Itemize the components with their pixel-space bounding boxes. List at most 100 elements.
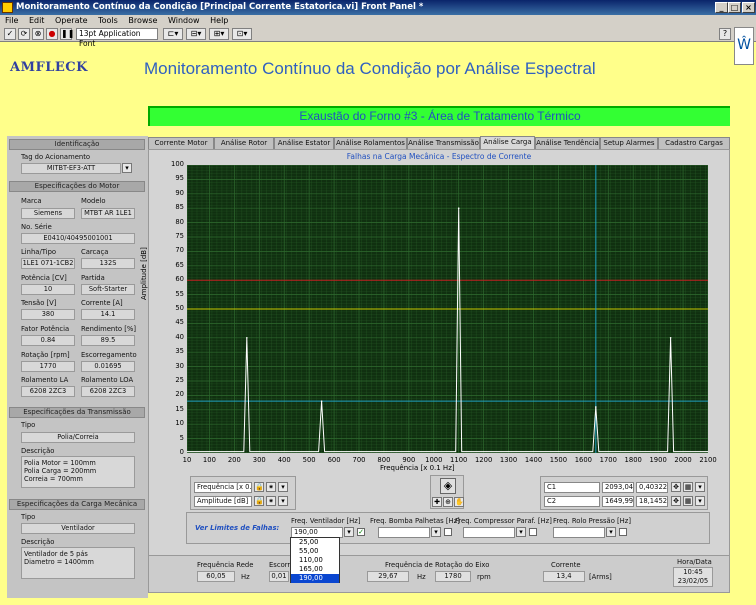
zoom-tool-icon[interactable]: ⊕ xyxy=(443,497,453,507)
resize-objects-icon[interactable]: ⊞▾ xyxy=(209,28,229,40)
reorder-icon[interactable]: ⊡▾ xyxy=(232,28,252,40)
y-tick-label: 60 xyxy=(175,275,184,284)
y-tick-label: 70 xyxy=(175,246,184,255)
fault-limits-box: Ver Limites de Falhas: Freq. Ventilador … xyxy=(186,512,710,544)
menu-window[interactable]: Window xyxy=(168,16,200,25)
freq-ventilador-option[interactable]: 55,00 xyxy=(291,547,339,556)
hora-data-label: Hora/Data xyxy=(677,558,712,566)
y-tick-label: 0 xyxy=(179,448,184,456)
maximize-button[interactable]: □ xyxy=(728,2,741,13)
scale-legend-box: Frequência [x 0.1 🔒 ⁕ ▾ Amplitude [dB] 🔒… xyxy=(190,476,296,510)
freq-bomba-checkbox[interactable] xyxy=(444,528,452,536)
chart-title: Falhas na Carga Mecânica - Espectro de C… xyxy=(346,152,532,161)
y-tick-label: 95 xyxy=(175,174,184,183)
cursor1-style-icon[interactable]: ▦ xyxy=(683,482,693,492)
pan-diamond-icon[interactable]: ◈ xyxy=(440,478,456,494)
close-button[interactable]: × xyxy=(742,2,755,13)
y-tick-label: 20 xyxy=(175,390,184,399)
x-tick-label: 1500 xyxy=(549,456,568,464)
transmissao-desc-line: Polia Carga = 200mm xyxy=(24,467,97,475)
x-scale-format-icon[interactable]: ⁕ xyxy=(266,482,276,492)
run-continuously-icon[interactable]: ⟳ xyxy=(18,28,30,40)
tag-select[interactable]: MITBT-EF3-ATT xyxy=(21,163,121,174)
cursor-tool-icon[interactable]: ✚ xyxy=(432,497,442,507)
tag-dropdown-arrow-icon[interactable]: ▾ xyxy=(122,163,132,173)
freq-bomba-dropdown-icon[interactable]: ▾ xyxy=(431,527,441,537)
menu-tools[interactable]: Tools xyxy=(98,16,118,25)
x-tick-label: 1400 xyxy=(524,456,543,464)
x-tick-label: 1700 xyxy=(599,456,617,464)
corrente-unit: [Arms] xyxy=(589,573,612,581)
menu-help[interactable]: Help xyxy=(210,16,228,25)
align-objects-icon[interactable]: ⊏▾ xyxy=(163,28,183,40)
cursor1-move-icon[interactable]: ✥ xyxy=(671,482,681,492)
x-axis-title: Frequência [x 0.1 Hz] xyxy=(380,464,455,472)
rolamento-loa-label: Rolamento LOA xyxy=(81,376,134,384)
freq-rede-value: 60,05 xyxy=(197,571,235,582)
freq-bomba-select[interactable] xyxy=(378,527,430,538)
cursor2-move-icon[interactable]: ✥ xyxy=(671,496,681,506)
hand-tool-icon[interactable]: ✋ xyxy=(454,497,464,507)
minimize-button[interactable]: _ xyxy=(715,2,728,13)
section-motor-heading: Especificações do Motor xyxy=(9,181,145,192)
y-tick-label: 35 xyxy=(175,347,184,356)
tab-analise-carga[interactable]: Análise Carga xyxy=(480,136,535,150)
freq-ventilador-options-list[interactable]: 25,00 55,00 110,00 165,00 190,00 xyxy=(290,537,340,583)
freq-compressor-checkbox[interactable] xyxy=(529,528,537,536)
x-scale-menu-icon[interactable]: ▾ xyxy=(278,482,288,492)
x-tick-label: 1900 xyxy=(649,456,667,464)
menu-browse[interactable]: Browse xyxy=(128,16,157,25)
freq-ventilador-dropdown-icon[interactable]: ▾ xyxy=(344,527,354,537)
y-tick-label: 80 xyxy=(175,217,184,226)
analysis-tabs: Corrente Motor Análise Rotor Análise Est… xyxy=(148,136,730,150)
y-scale-format-icon[interactable]: ⁕ xyxy=(266,496,276,506)
freq-rolo-checkbox[interactable] xyxy=(619,528,627,536)
abort-icon[interactable]: ⊗ xyxy=(32,28,44,40)
y-tick-label: 65 xyxy=(175,260,184,269)
transmissao-desc-box: Polia Motor = 100mm Polia Carga = 200mm … xyxy=(21,456,135,488)
bottom-status-bar: Frequência Rede 60,05 Hz Escorre 0,01 Fr… xyxy=(148,555,730,593)
freq-rolo-select[interactable] xyxy=(553,527,605,538)
font-dropdown[interactable]: 13pt Application Font xyxy=(76,28,158,48)
y-tick-label: 85 xyxy=(175,203,184,212)
spectrum-plot[interactable] xyxy=(187,165,708,453)
carga-tipo-label: Tipo xyxy=(21,513,36,521)
cursor2-lock-icon[interactable]: ▾ xyxy=(695,496,705,506)
context-help-icon[interactable]: ? xyxy=(719,28,731,40)
freq-ventilador-option[interactable]: 110,00 xyxy=(291,556,339,565)
freq-ventilador-checkbox[interactable]: ✓ xyxy=(357,528,365,536)
pause-icon[interactable]: ❚❚ xyxy=(60,28,74,40)
y-scale-menu-icon[interactable]: ▾ xyxy=(278,496,288,506)
freq-rede-label: Frequência Rede xyxy=(197,561,254,569)
carga-desc-line: Diametro = 1400mm xyxy=(24,558,94,566)
cursor2-style-icon[interactable]: ▦ xyxy=(683,496,693,506)
distribute-objects-icon[interactable]: ⊟▾ xyxy=(186,28,206,40)
corrente-value: 14.1 xyxy=(81,309,135,320)
y-tick-label: 5 xyxy=(179,433,184,442)
freq-ventilador-option[interactable]: 25,00 xyxy=(291,538,339,547)
run-arrow-icon[interactable]: ✓ xyxy=(4,28,16,40)
freq-compressor-label: Freq. Compressor Paraf. [Hz] xyxy=(455,517,552,525)
x-scale-lock-icon[interactable]: 🔒 xyxy=(254,482,264,492)
rotacao-eixo-label: Frequência de Rotação do Eixo xyxy=(385,561,490,569)
freq-compressor-dropdown-icon[interactable]: ▾ xyxy=(516,527,526,537)
linha-value: 1LE1 071-1CB2 xyxy=(21,258,75,269)
freq-ventilador-option[interactable]: 165,00 xyxy=(291,565,339,574)
menu-file[interactable]: File xyxy=(5,16,18,25)
cursor1-lock-icon[interactable]: ▾ xyxy=(695,482,705,492)
stop-icon[interactable]: ● xyxy=(46,28,58,40)
rotacao-label: Rotação [rpm] xyxy=(21,351,70,359)
freq-compressor-select[interactable] xyxy=(463,527,515,538)
toolbar: ✓ ⟳ ⊗ ● ❚❚ 13pt Application Font ⊏▾ ⊟▾ ⊞… xyxy=(0,27,756,65)
y-scale-lock-icon[interactable]: 🔒 xyxy=(254,496,264,506)
freq-bomba-label: Freq. Bomba Palhetas [Hz] xyxy=(370,517,460,525)
freq-ventilador-option[interactable]: 190,00 xyxy=(291,574,339,583)
y-tick-label: 75 xyxy=(175,232,184,240)
vi-icon: Ŵ xyxy=(734,27,754,65)
menu-operate[interactable]: Operate xyxy=(55,16,88,25)
spectrum-peak-point xyxy=(457,207,460,209)
carga-desc-box: Ventilador de 5 pás Diametro = 1400mm xyxy=(21,547,135,579)
freq-rolo-dropdown-icon[interactable]: ▾ xyxy=(606,527,616,537)
y-tick-label: 15 xyxy=(175,404,184,413)
menu-edit[interactable]: Edit xyxy=(29,16,45,25)
